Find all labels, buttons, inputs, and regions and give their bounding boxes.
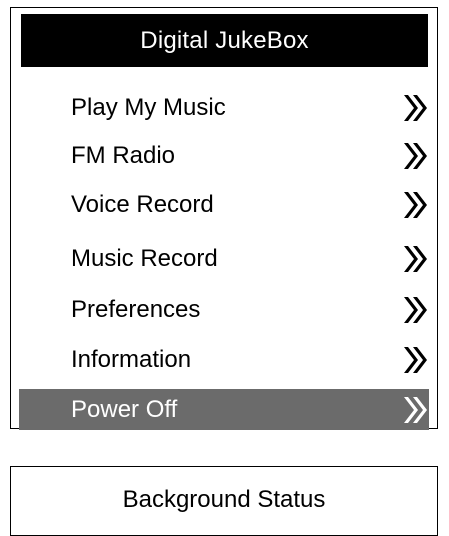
double-chevron-right-icon bbox=[404, 346, 427, 373]
menu-item-label: Preferences bbox=[71, 295, 201, 323]
jukebox-main-menu-screen: Digital JukeBox Play My Music FM Radio V… bbox=[10, 7, 438, 430]
main-menu: Play My Music FM Radio Voice Record Musi… bbox=[11, 8, 437, 430]
menu-item-label: Power Off bbox=[71, 395, 178, 423]
menu-item-information[interactable]: Information bbox=[19, 339, 429, 380]
menu-item-label: Information bbox=[71, 345, 192, 373]
background-status-panel: Background Status bbox=[10, 466, 438, 536]
menu-item-label: Play My Music bbox=[71, 93, 226, 121]
menu-item-label: Voice Record bbox=[71, 190, 214, 218]
menu-item-preferences[interactable]: Preferences bbox=[19, 289, 429, 330]
double-chevron-right-icon bbox=[404, 245, 427, 272]
menu-item-voice-record[interactable]: Voice Record bbox=[19, 184, 429, 225]
menu-item-label: Music Record bbox=[71, 244, 218, 272]
menu-item-fm-radio[interactable]: FM Radio bbox=[19, 135, 429, 176]
double-chevron-right-icon bbox=[404, 94, 427, 121]
status-title: Background Status bbox=[122, 486, 326, 513]
double-chevron-right-icon bbox=[404, 296, 427, 323]
double-chevron-right-icon bbox=[404, 142, 427, 169]
menu-item-power-off[interactable]: Power Off bbox=[19, 389, 429, 430]
double-chevron-right-icon bbox=[404, 191, 427, 218]
menu-item-music-record[interactable]: Music Record bbox=[19, 238, 429, 279]
menu-item-play-my-music[interactable]: Play My Music bbox=[19, 87, 429, 128]
menu-item-label: FM Radio bbox=[71, 141, 176, 169]
double-chevron-right-icon bbox=[404, 396, 427, 423]
